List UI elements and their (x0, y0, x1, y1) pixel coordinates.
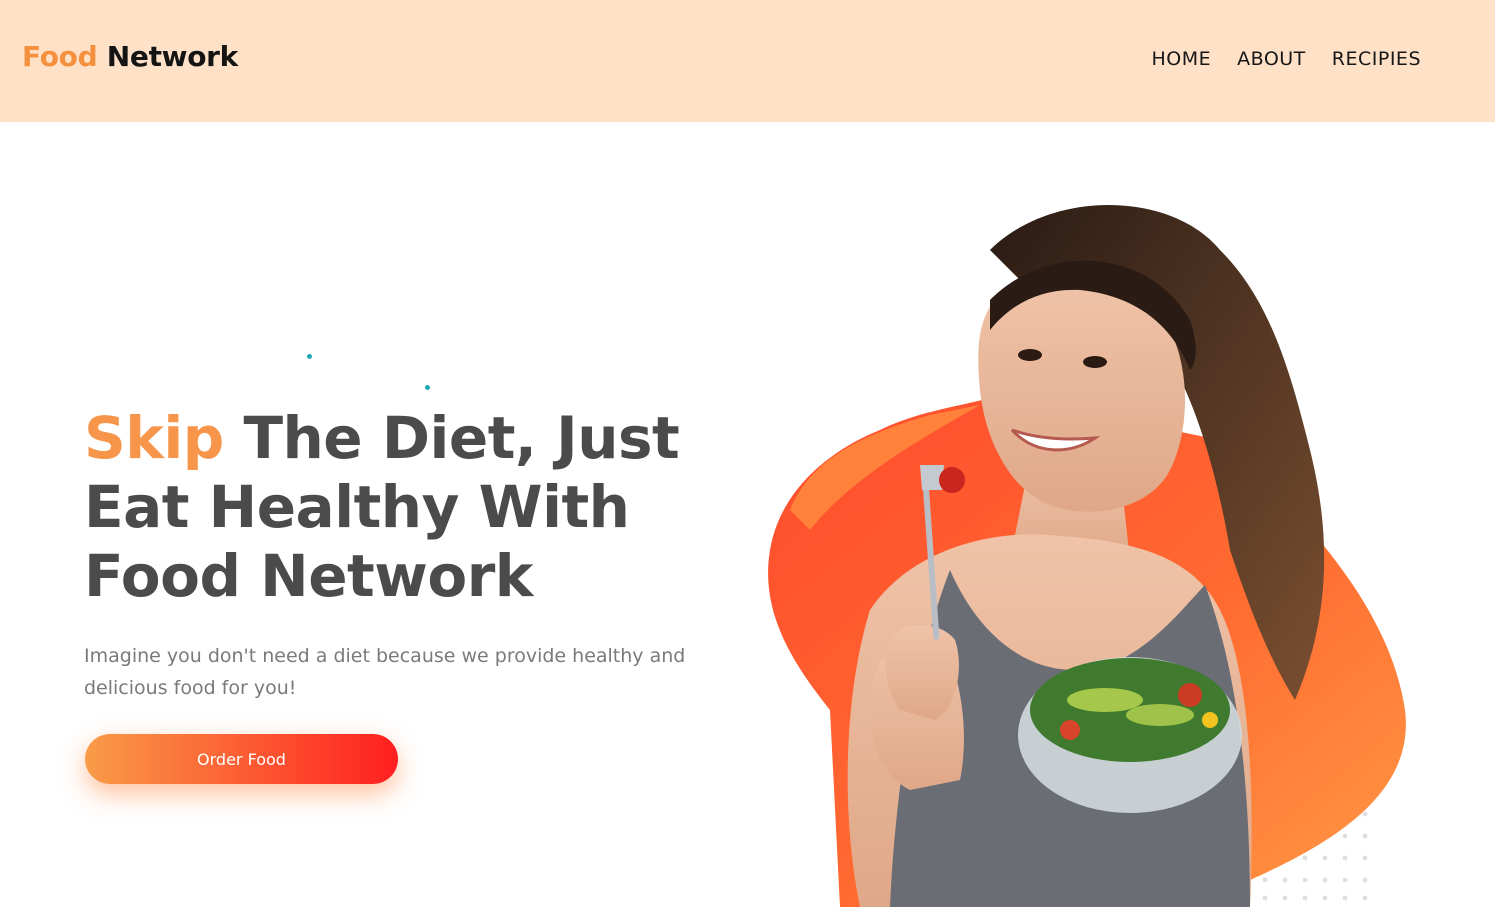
order-food-button[interactable]: Order Food (85, 734, 398, 784)
decorative-dot (425, 385, 430, 390)
header: Food Network HOME ABOUT RECIPIES (0, 0, 1495, 122)
nav-about[interactable]: ABOUT (1237, 48, 1306, 70)
hero-title-line1: The Diet, Just (223, 404, 680, 472)
right-eye (1083, 356, 1107, 368)
avocado-slice (1126, 704, 1194, 726)
logo-rest: Network (106, 40, 239, 73)
nav-recipies[interactable]: RECIPIES (1332, 48, 1421, 70)
hero-title-line3: Food Network (84, 542, 533, 610)
hero-subtitle: Imagine you don't need a diet because we… (84, 645, 686, 699)
hero-title-line2: Eat Healthy With (84, 473, 630, 541)
logo-accent: Food (22, 40, 98, 73)
hero-image (768, 205, 1406, 907)
tomato-icon (939, 467, 965, 493)
yellow-pepper (1202, 712, 1218, 728)
nav-home[interactable]: HOME (1151, 48, 1211, 70)
logo[interactable]: Food Network (22, 40, 238, 73)
hero-title: Skip The Diet, Just Eat Healthy With Foo… (84, 404, 684, 611)
avocado-slice (1067, 688, 1143, 712)
cherry-tomato (1178, 683, 1202, 707)
left-eye (1018, 349, 1042, 361)
cherry-tomato (1060, 720, 1080, 740)
main-nav: HOME ABOUT RECIPIES (1151, 48, 1421, 70)
decorative-dot (307, 354, 312, 359)
hero-title-accent: Skip (84, 404, 224, 472)
